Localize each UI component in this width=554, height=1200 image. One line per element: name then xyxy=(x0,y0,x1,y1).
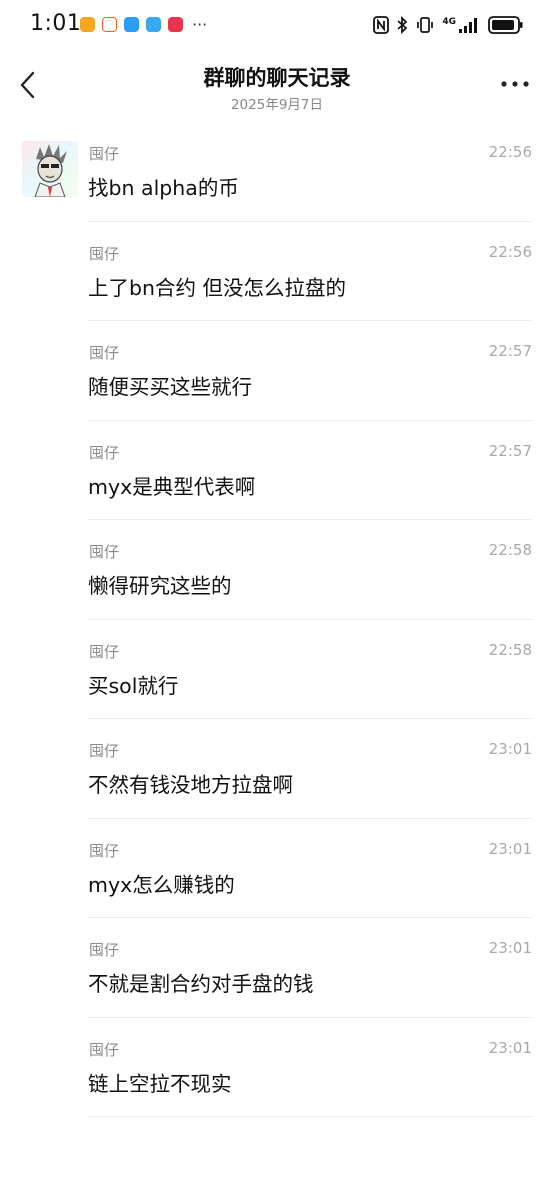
divider xyxy=(88,1116,532,1117)
sender-name: 囤仔 xyxy=(89,443,120,462)
taobao-icon xyxy=(102,17,117,32)
message-text: myx怎么赚钱的 xyxy=(88,872,235,897)
message-time: 23:01 xyxy=(488,839,532,858)
sender-name: 囤仔 xyxy=(89,941,120,959)
message-item[interactable]: 囤仔 22:57 随便买买这些就行 xyxy=(0,321,554,421)
message-text: 链上空拉不现实 xyxy=(88,1071,232,1096)
record-date: 2025年9月7日 xyxy=(230,97,324,113)
vibrate-icon xyxy=(417,17,434,33)
message-item[interactable]: 囤仔 23:01 不就是割合约对手盘的钱 xyxy=(0,918,554,1018)
more-notifications-icon: ··· xyxy=(192,15,208,34)
message-time: 23:01 xyxy=(488,740,532,758)
message-item[interactable]: 囤仔 23:01 myx怎么赚钱的 xyxy=(0,819,554,918)
message-item[interactable]: 囤仔 22:57 myx是典型代表啊 xyxy=(0,421,554,520)
sender-name: 囤仔 xyxy=(89,244,120,263)
system-icons: 4G xyxy=(373,15,524,35)
avatar-cartoon-icon xyxy=(34,144,67,197)
sender-name: 囤仔 xyxy=(89,543,120,561)
message-time: 23:01 xyxy=(488,939,532,957)
message-item[interactable]: 囤仔 22:56 找bn alpha的币 xyxy=(0,122,554,222)
message-time: 23:01 xyxy=(488,1038,532,1057)
bluetooth-icon xyxy=(397,16,408,34)
nfc-icon xyxy=(373,16,390,34)
message-item[interactable]: 囤仔 23:01 链上空拉不现实 xyxy=(0,1018,554,1117)
notification-icons: ··· xyxy=(80,15,208,34)
sender-name: 囤仔 xyxy=(89,344,120,362)
chat-record-header: 群聊的聊天记录 2025年9月7日 xyxy=(0,52,554,122)
message-list: 囤仔 22:56 找bn alpha的币 囤仔 22:56 上了bn合约 但没怎… xyxy=(0,122,554,1117)
status-time: 1:01 xyxy=(30,11,82,36)
message-time: 22:57 xyxy=(488,342,532,360)
message-item[interactable]: 囤仔 22:58 懒得研究这些的 xyxy=(0,520,554,620)
app-red-icon xyxy=(168,17,183,32)
message-item[interactable]: 囤仔 22:56 上了bn合约 但没怎么拉盘的 xyxy=(0,222,554,321)
signal-icon xyxy=(459,18,477,33)
message-time: 22:56 xyxy=(488,242,532,261)
page-title: 群聊的聊天记录 xyxy=(203,66,351,90)
sender-name: 囤仔 xyxy=(89,841,120,860)
message-text: myx是典型代表啊 xyxy=(88,474,256,499)
message-time: 22:58 xyxy=(488,640,532,659)
message-item[interactable]: 囤仔 22:58 买sol就行 xyxy=(0,620,554,719)
message-icon xyxy=(124,17,139,32)
avatar[interactable] xyxy=(22,141,78,197)
message-item[interactable]: 囤仔 23:01 不然有钱没地方拉盘啊 xyxy=(0,719,554,819)
network-type-label: 4G xyxy=(442,16,456,27)
app-notification-icon xyxy=(80,17,95,32)
message-text: 找bn alpha的币 xyxy=(88,176,239,200)
sender-name: 囤仔 xyxy=(89,642,120,661)
message-text: 上了bn合约 但没怎么拉盘的 xyxy=(88,275,347,300)
message-time: 22:58 xyxy=(488,541,532,559)
battery-icon xyxy=(488,16,523,34)
chat-bubble-icon xyxy=(146,17,161,32)
sender-name: 囤仔 xyxy=(89,145,120,163)
more-options-button[interactable] xyxy=(500,78,530,90)
sender-name: 囤仔 xyxy=(89,742,120,760)
message-time: 22:56 xyxy=(488,143,532,161)
message-text: 不就是割合约对手盘的钱 xyxy=(88,972,314,996)
message-text: 不然有钱没地方拉盘啊 xyxy=(88,773,293,797)
message-text: 随便买买这些就行 xyxy=(88,375,252,399)
message-text: 懒得研究这些的 xyxy=(88,574,232,598)
sender-name: 囤仔 xyxy=(89,1040,120,1059)
message-time: 22:57 xyxy=(488,441,532,460)
message-text: 买sol就行 xyxy=(88,673,179,698)
status-bar: 1:01 ··· 4G xyxy=(0,0,554,52)
